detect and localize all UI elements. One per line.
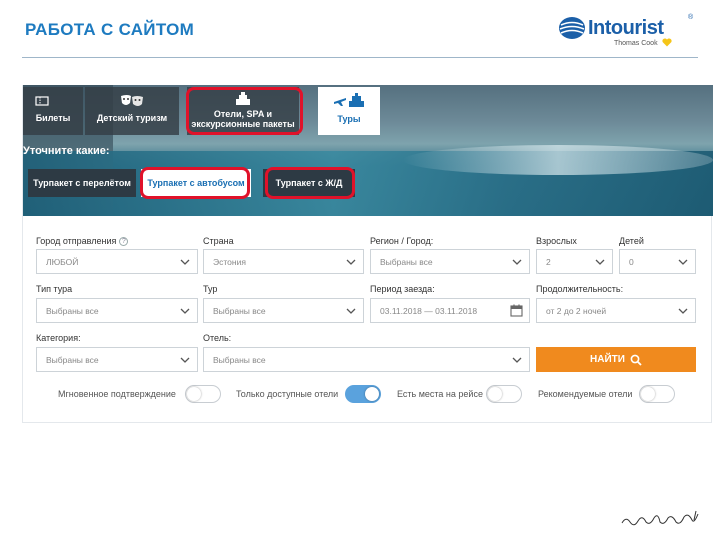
- chevron-down-icon: [512, 357, 522, 363]
- category-label: Категория:: [36, 333, 81, 343]
- tour-type-value: Выбраны все: [46, 305, 99, 316]
- toggle-flight-seats[interactable]: [486, 385, 522, 403]
- theater-masks-icon: [121, 95, 143, 106]
- tour-type-select[interactable]: Выбраны все: [36, 298, 198, 323]
- calendar-icon[interactable]: [510, 304, 523, 317]
- search-icon: [630, 354, 642, 366]
- tour-value: Выбраны все: [213, 305, 266, 316]
- tour-select[interactable]: Выбраны все: [203, 298, 364, 323]
- find-button-label: НАЙТИ: [590, 354, 625, 365]
- region-select[interactable]: Выбраны все: [370, 249, 530, 274]
- chevron-down-icon: [346, 308, 356, 314]
- header-divider: [22, 57, 698, 58]
- chevron-down-icon: [678, 259, 688, 265]
- intourist-logo: Intourist ® Thomas Cook: [558, 14, 698, 54]
- hero-banner: Билеты Детский туризм Отели, SPA и экску…: [23, 85, 713, 216]
- chevron-down-icon: [346, 259, 356, 265]
- toggle-available-hotels-label: Только доступные отели: [236, 389, 339, 399]
- subtab-bus-package[interactable]: Турпакет с автобусом: [141, 169, 251, 197]
- refine-label: Уточните какие:: [23, 145, 110, 157]
- hero-foam: [403, 145, 713, 175]
- hotel-value: Выбраны все: [213, 354, 266, 365]
- toggle-knob: [488, 387, 502, 401]
- toggle-instant-confirm[interactable]: [185, 385, 221, 403]
- ticket-icon: [35, 96, 49, 106]
- period-input[interactable]: 03.11.2018 — 03.11.2018: [370, 298, 530, 323]
- slogan-signature: [621, 510, 699, 526]
- hotel-icon: [236, 92, 250, 105]
- tour-type-label: Тип тура: [36, 284, 73, 294]
- toggle-knob: [641, 387, 655, 401]
- departure-label-text: Город отправления: [36, 236, 117, 246]
- plane-hotel-icon: [334, 93, 364, 107]
- tab-label-line2: экскурсионные пакеты: [191, 119, 295, 129]
- toggle-recommended-hotels[interactable]: [639, 385, 675, 403]
- chevron-down-icon: [180, 259, 190, 265]
- country-select[interactable]: Эстония: [203, 249, 364, 274]
- period-value: 03.11.2018 — 03.11.2018: [380, 305, 478, 316]
- brand-name: Intourist: [588, 17, 664, 39]
- category-value: Выбраны все: [46, 354, 99, 365]
- departure-select[interactable]: ЛЮБОЙ: [36, 249, 198, 274]
- slide-title: РАБОТА С САЙТОМ: [25, 20, 195, 39]
- tab-label: Отели, SPA и экскурсионные пакеты: [191, 109, 294, 129]
- category-select[interactable]: Выбраны все: [36, 347, 198, 372]
- duration-label: Продолжительность:: [536, 284, 624, 294]
- adults-label: Взрослых: [536, 236, 577, 246]
- brand-subtitle: Thomas Cook: [614, 40, 658, 47]
- globe-logo-icon: [559, 17, 585, 39]
- duration-select[interactable]: от 2 до 2 ночей: [536, 298, 696, 323]
- adults-value: 2: [546, 256, 551, 267]
- country-value: Эстония: [213, 256, 246, 267]
- chevron-down-icon: [180, 357, 190, 363]
- website-screenshot: Билеты Детский туризм Отели, SPA и экску…: [22, 85, 713, 423]
- tab-tickets[interactable]: Билеты: [23, 87, 83, 135]
- heart-icon: [662, 38, 672, 47]
- tab-kids-tourism[interactable]: Детский туризм: [85, 87, 179, 135]
- region-value: Выбраны все: [380, 256, 433, 267]
- tab-hotels-spa[interactable]: Отели, SPA и экскурсионные пакеты: [187, 87, 299, 135]
- departure-label: Город отправления?: [36, 236, 129, 247]
- find-button[interactable]: НАЙТИ: [536, 347, 696, 372]
- tab-label: Детский туризм: [96, 113, 168, 123]
- country-label: Страна: [203, 236, 234, 246]
- children-label: Детей: [619, 236, 644, 246]
- tab-tours[interactable]: Туры: [318, 87, 380, 135]
- tour-label: Тур: [203, 284, 218, 294]
- toggle-knob: [187, 387, 201, 401]
- help-icon[interactable]: ?: [119, 237, 129, 247]
- hotel-select[interactable]: Выбраны все: [203, 347, 530, 372]
- subtab-rail-package[interactable]: Турпакет с Ж/Д: [263, 169, 355, 197]
- toggle-recommended-hotels-label: Рекомендуемые отели: [538, 389, 633, 399]
- toggle-flight-seats-label: Есть места на рейсе: [397, 389, 483, 399]
- duration-value: от 2 до 2 ночей: [546, 305, 607, 316]
- toggle-knob: [365, 387, 379, 401]
- children-value: 0: [629, 256, 634, 267]
- children-select[interactable]: 0: [619, 249, 696, 274]
- chevron-down-icon: [512, 259, 522, 265]
- hotel-label: Отель:: [203, 333, 232, 343]
- chevron-down-icon: [678, 308, 688, 314]
- subtab-flight-package[interactable]: Турпакет с перелётом: [28, 169, 136, 197]
- tab-label: Билеты: [35, 113, 71, 123]
- toggle-instant-confirm-label: Мгновенное подтверждение: [58, 389, 176, 399]
- region-label: Регион / Город:: [370, 236, 434, 246]
- tab-label: Туры: [337, 114, 361, 124]
- period-label: Период заезда:: [370, 284, 435, 294]
- chevron-down-icon: [180, 308, 190, 314]
- brand-registered-mark: ®: [688, 14, 694, 21]
- tab-label-line1: Отели, SPA и: [213, 109, 273, 119]
- toggle-available-hotels[interactable]: [345, 385, 381, 403]
- chevron-down-icon: [595, 259, 605, 265]
- adults-select[interactable]: 2: [536, 249, 613, 274]
- departure-value: ЛЮБОЙ: [46, 256, 79, 267]
